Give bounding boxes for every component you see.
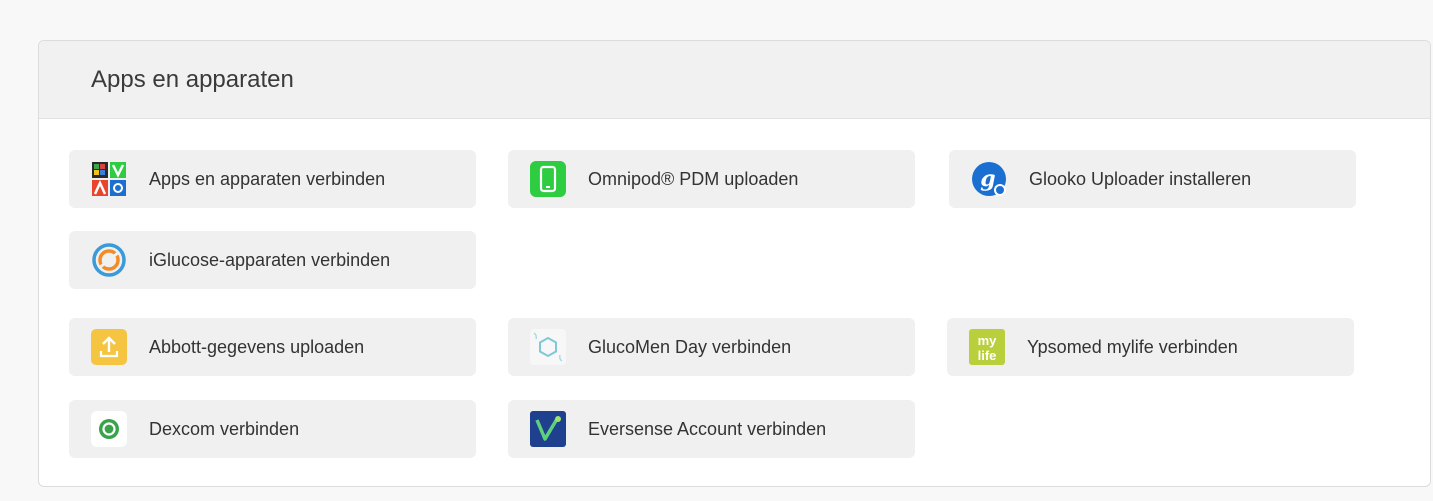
- mylife-logo-icon: my life: [969, 329, 1005, 365]
- phone-icon: [530, 161, 566, 197]
- svg-text:g: g: [980, 166, 995, 192]
- apps-devices-panel: Apps en apparaten Apps en apparaten verb…: [38, 40, 1431, 487]
- tile-label: iGlucose-apparaten verbinden: [149, 249, 391, 270]
- tile-label: Omnipod® PDM uploaden: [588, 168, 799, 189]
- glooko-logo-icon: g: [971, 161, 1007, 197]
- apps-grid-icon: [91, 161, 127, 197]
- tile-label: Abbott-gegevens uploaden: [149, 336, 365, 357]
- omnipod-upload-button[interactable]: Omnipod® PDM uploaden: [508, 150, 915, 208]
- svg-text:my: my: [978, 333, 998, 348]
- glooko-uploader-install-button[interactable]: g Glooko Uploader installeren: [949, 150, 1356, 208]
- abbott-upload-button[interactable]: Abbott-gegevens uploaden: [69, 318, 476, 376]
- panel-header: Apps en apparaten: [39, 41, 1430, 119]
- ypsomed-mylife-connect-button[interactable]: my life Ypsomed mylife verbinden: [947, 318, 1354, 376]
- iglucose-connect-button[interactable]: iGlucose-apparaten verbinden: [69, 231, 476, 289]
- glucomen-hexagon-icon: [530, 329, 566, 365]
- tile-label: Apps en apparaten verbinden: [149, 168, 386, 189]
- dexcom-connect-button[interactable]: Dexcom verbinden: [69, 400, 476, 458]
- iglucose-logo-icon: [91, 242, 127, 278]
- svg-text:life: life: [978, 348, 997, 363]
- tile-label: Dexcom verbinden: [149, 418, 300, 439]
- tile-label: Glooko Uploader installeren: [1029, 168, 1252, 189]
- apps-devices-connect-button[interactable]: Apps en apparaten verbinden: [69, 150, 476, 208]
- panel-title: Apps en apparaten: [91, 65, 294, 93]
- tile-label: Eversense Account verbinden: [588, 418, 827, 439]
- eversense-account-connect-button[interactable]: Eversense Account verbinden: [508, 400, 915, 458]
- dexcom-logo-icon: [91, 411, 127, 447]
- glucomen-day-connect-button[interactable]: GlucoMen Day verbinden: [508, 318, 915, 376]
- tile-label: Ypsomed mylife verbinden: [1027, 336, 1238, 357]
- eversense-logo-icon: [530, 411, 566, 447]
- tile-label: GlucoMen Day verbinden: [588, 336, 792, 357]
- upload-icon: [91, 329, 127, 365]
